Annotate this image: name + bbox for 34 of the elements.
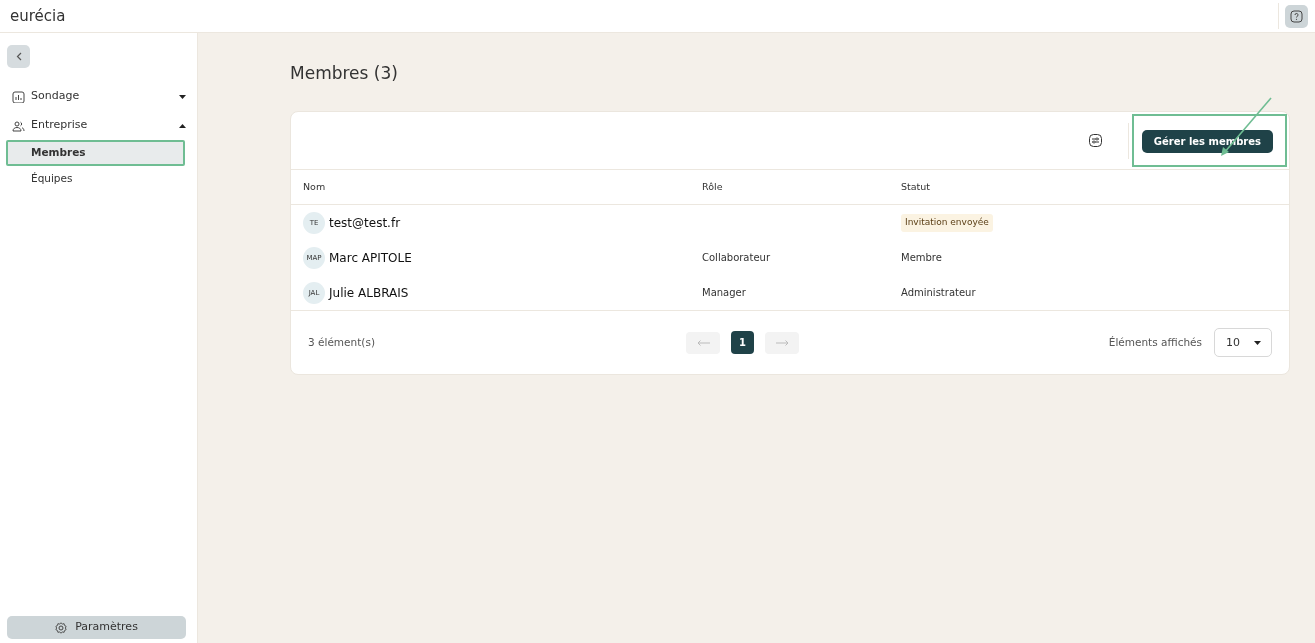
logo: eurécia [10,5,66,27]
page-title: Membres (3) [290,63,399,84]
filter-icon[interactable] [1088,134,1102,148]
page-size-label: Éléments affichés [1108,335,1202,350]
caret-down-icon [1254,340,1261,345]
member-name: Marc APITOLE [329,249,412,267]
member-status: Administrateur [901,286,976,301]
sidebar-item[interactable]: Entreprise [0,111,198,140]
arrow-right-icon [775,339,789,346]
member-role: Collaborateur [702,251,770,266]
settings-button[interactable]: Paramètres [7,616,186,639]
item-count: 3 élément(s) [308,335,376,350]
column-header: Rôle [702,180,723,195]
sidebar-subitem[interactable]: Membres [6,140,185,166]
people-icon [12,119,25,132]
member-status: Membre [901,251,942,266]
page-button[interactable]: 1 [731,331,754,355]
member-name: Julie ALBRAIS [329,284,409,302]
collapse-button[interactable] [7,45,30,68]
status-badge: Invitation envoyée [901,214,993,232]
member-name: test@test.fr [329,214,401,232]
manage-members-button[interactable]: Gérer les membres [1141,130,1273,154]
column-header: Nom [303,180,326,195]
settings-icon [55,621,68,634]
sidebar-item[interactable]: Sondage [0,82,198,111]
sidebar-subitem[interactable]: Équipes [6,166,185,192]
help-button[interactable] [1285,4,1308,28]
arrow-left-icon [696,339,710,346]
chevron-left-icon [15,52,22,61]
member-role: Manager [702,286,746,301]
page-size-select[interactable]: 10 [1214,328,1272,358]
help-icon [1290,9,1303,23]
column-header: Statut [901,180,931,195]
chart-icon [12,90,25,103]
